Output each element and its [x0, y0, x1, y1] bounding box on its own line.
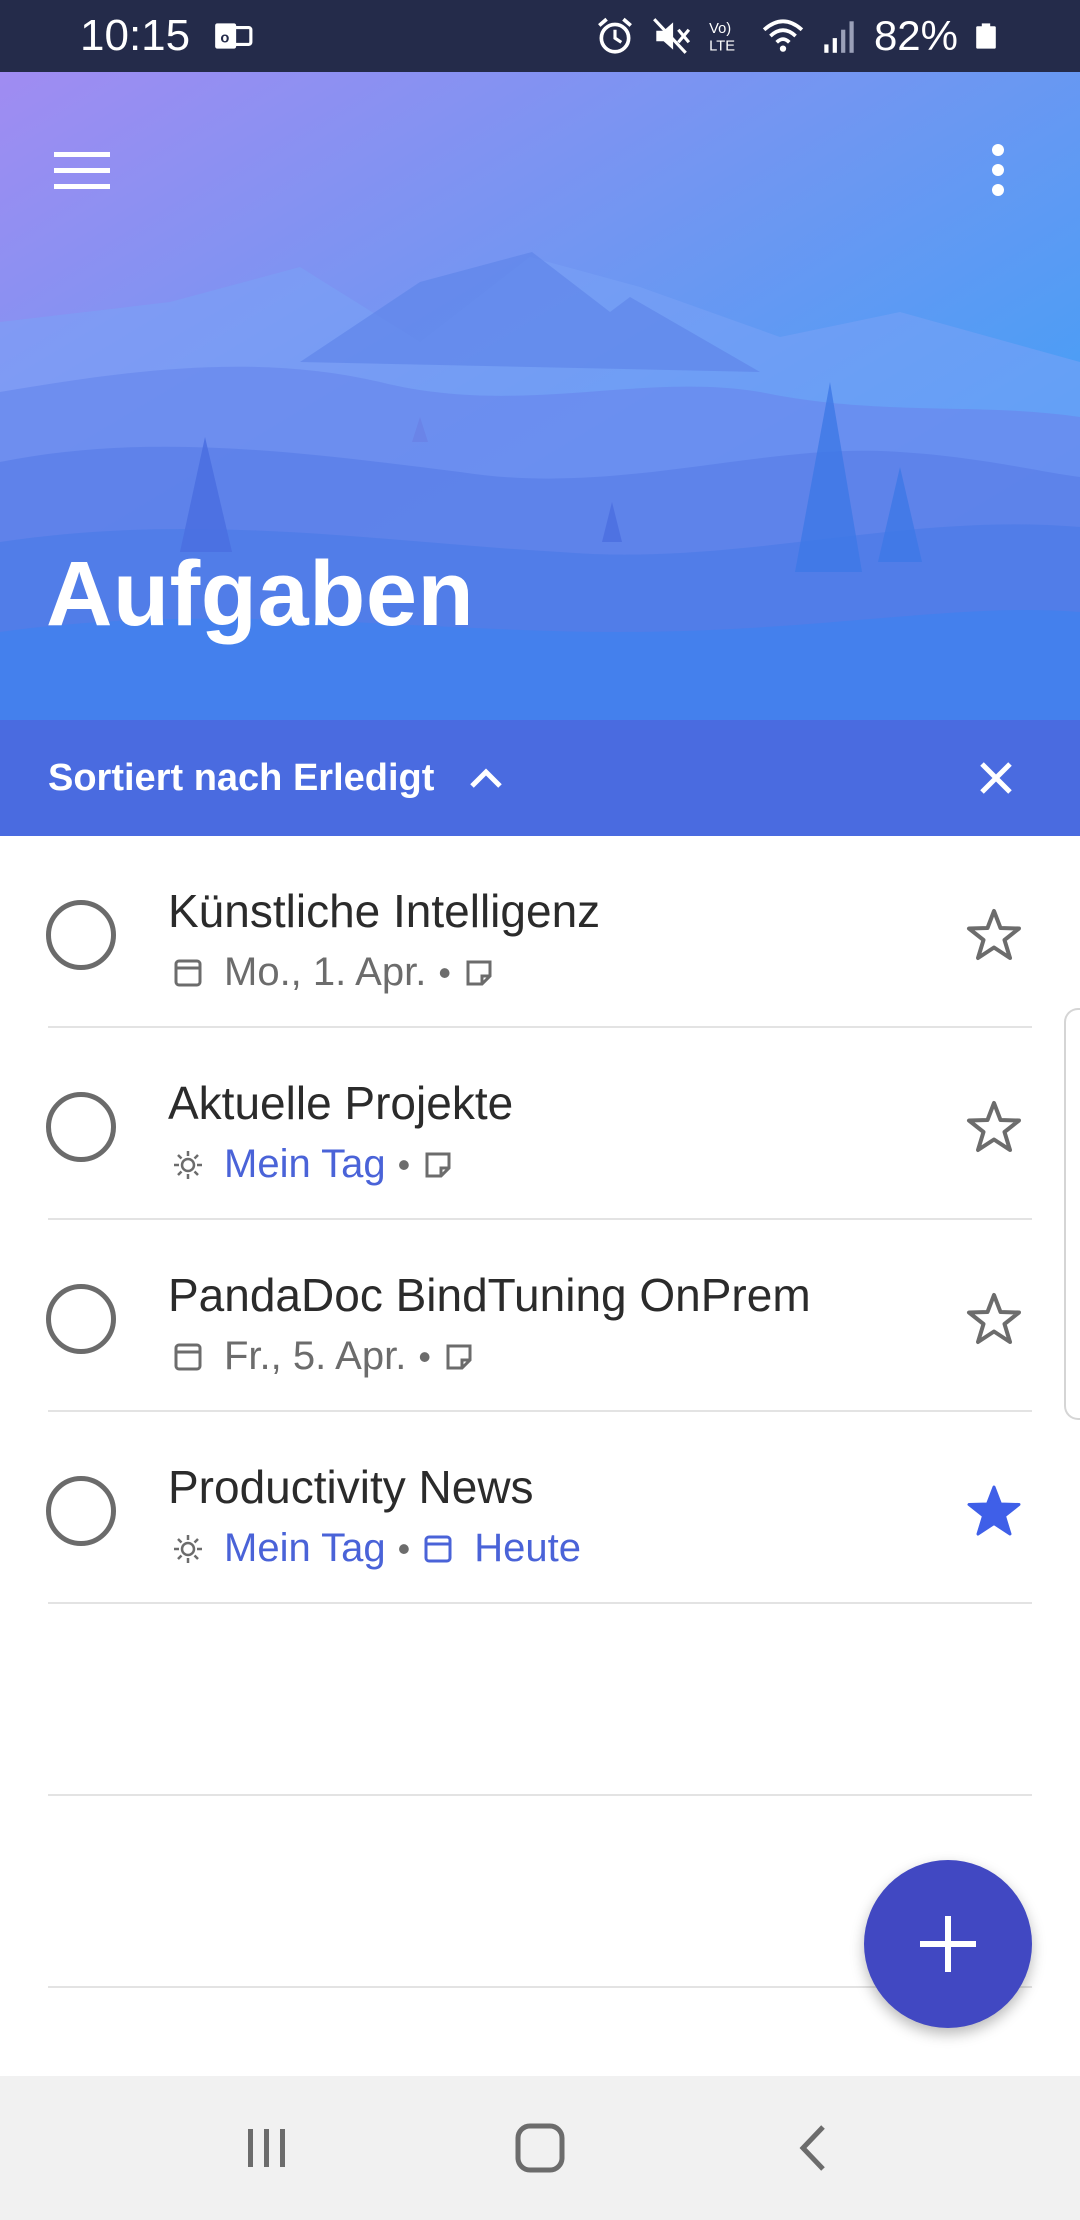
complete-task-checkbox[interactable] [46, 1284, 116, 1354]
sort-bar: Sortiert nach Erledigt [0, 720, 1080, 836]
due-date: Fr., 5. Apr. [224, 1334, 407, 1378]
close-icon[interactable] [976, 758, 1016, 798]
page-title: Aufgaben [46, 543, 475, 645]
complete-task-checkbox[interactable] [46, 1476, 116, 1546]
scroll-edge-handle[interactable] [1064, 1008, 1080, 1420]
empty-row [0, 1604, 1080, 1796]
task-meta: Mein Tag • [172, 1142, 454, 1187]
sun-icon [174, 1534, 202, 1563]
task-meta: Mo., 1. Apr. • [172, 950, 495, 995]
meta-separator: • [438, 951, 451, 993]
signal-icon [824, 21, 854, 53]
wifi-icon [762, 19, 804, 52]
battery-icon [976, 23, 996, 49]
navigation-bar [0, 2076, 1080, 2220]
back-icon [799, 2125, 826, 2171]
calendar-icon [174, 959, 202, 986]
star-icon[interactable] [964, 1290, 1024, 1350]
star-icon[interactable] [964, 906, 1024, 966]
add-icon [920, 1916, 976, 1972]
sort-toggle-button[interactable] [468, 758, 508, 798]
my-day-label: Mein Tag [224, 1142, 386, 1186]
add-task-button[interactable] [864, 1860, 1032, 2028]
meta-separator: • [397, 1143, 411, 1185]
back-button[interactable] [768, 2103, 858, 2193]
star-icon[interactable] [964, 1098, 1024, 1158]
calendar-icon [424, 1535, 452, 1562]
task-item[interactable]: Künstliche Intelligenz Mo., 1. Apr. • [0, 836, 1080, 1028]
task-title: Productivity News [168, 1461, 534, 1513]
battery-percent: 82% [873, 12, 958, 59]
star-filled-icon[interactable] [964, 1482, 1024, 1542]
note-icon [425, 1152, 451, 1177]
calendar-icon [174, 1343, 202, 1370]
status-right: Vo) LTE 82% [594, 12, 1000, 60]
status-time: 10:15 [80, 11, 191, 60]
home-button[interactable] [495, 2103, 585, 2193]
alarm-icon [597, 17, 632, 54]
task-item[interactable]: PandaDoc BindTuning OnPrem Fr., 5. Apr. … [0, 1220, 1080, 1412]
task-meta: Fr., 5. Apr. • [172, 1334, 475, 1379]
chevron-up-icon [470, 768, 503, 788]
outlook-notification-icon: o [215, 23, 253, 49]
hamburger-menu-icon [54, 152, 110, 189]
recent-apps-button[interactable] [222, 2103, 312, 2193]
home-icon [515, 2123, 565, 2173]
due-date: Heute [474, 1526, 581, 1570]
due-date: Mo., 1. Apr. [224, 950, 427, 994]
meta-separator: • [418, 1335, 431, 1377]
svg-text:LTE: LTE [709, 39, 735, 55]
sort-label[interactable]: Sortiert nach Erledigt [48, 757, 434, 800]
status-left: 10:15 o [80, 11, 254, 61]
list-header: Aufgaben [0, 72, 1080, 720]
complete-task-checkbox[interactable] [46, 900, 116, 970]
sun-icon [174, 1150, 202, 1179]
hamburger-menu-button[interactable] [40, 128, 124, 212]
task-meta: Mein Tag • Heute [172, 1526, 581, 1571]
task-title: PandaDoc BindTuning OnPrem [168, 1269, 811, 1321]
more-options-button[interactable] [956, 128, 1040, 212]
my-day-label: Mein Tag [224, 1526, 386, 1570]
screen: 10:15 o Vo) LTE 82% Aufgaben Sortiert na… [0, 0, 1080, 2220]
note-icon [466, 960, 492, 985]
volte-icon: Vo) LTE [709, 21, 735, 55]
status-bar: 10:15 o Vo) LTE 82% [0, 0, 1080, 72]
recent-apps-icon [247, 2129, 285, 2167]
more-vertical-icon [992, 144, 1004, 196]
task-title: Künstliche Intelligenz [168, 885, 601, 937]
svg-text:Vo): Vo) [709, 21, 731, 37]
svg-text:o: o [221, 30, 230, 46]
meta-separator: • [397, 1527, 411, 1569]
task-item[interactable]: Aktuelle Projekte Mein Tag • [0, 1028, 1080, 1220]
task-item[interactable]: Productivity News Mein Tag • Heute [0, 1412, 1080, 1604]
complete-task-checkbox[interactable] [46, 1092, 116, 1162]
note-icon [446, 1344, 472, 1369]
task-list: Künstliche Intelligenz Mo., 1. Apr. • Ak… [0, 836, 1080, 1988]
task-title: Aktuelle Projekte [168, 1077, 514, 1129]
mute-icon [652, 18, 690, 54]
